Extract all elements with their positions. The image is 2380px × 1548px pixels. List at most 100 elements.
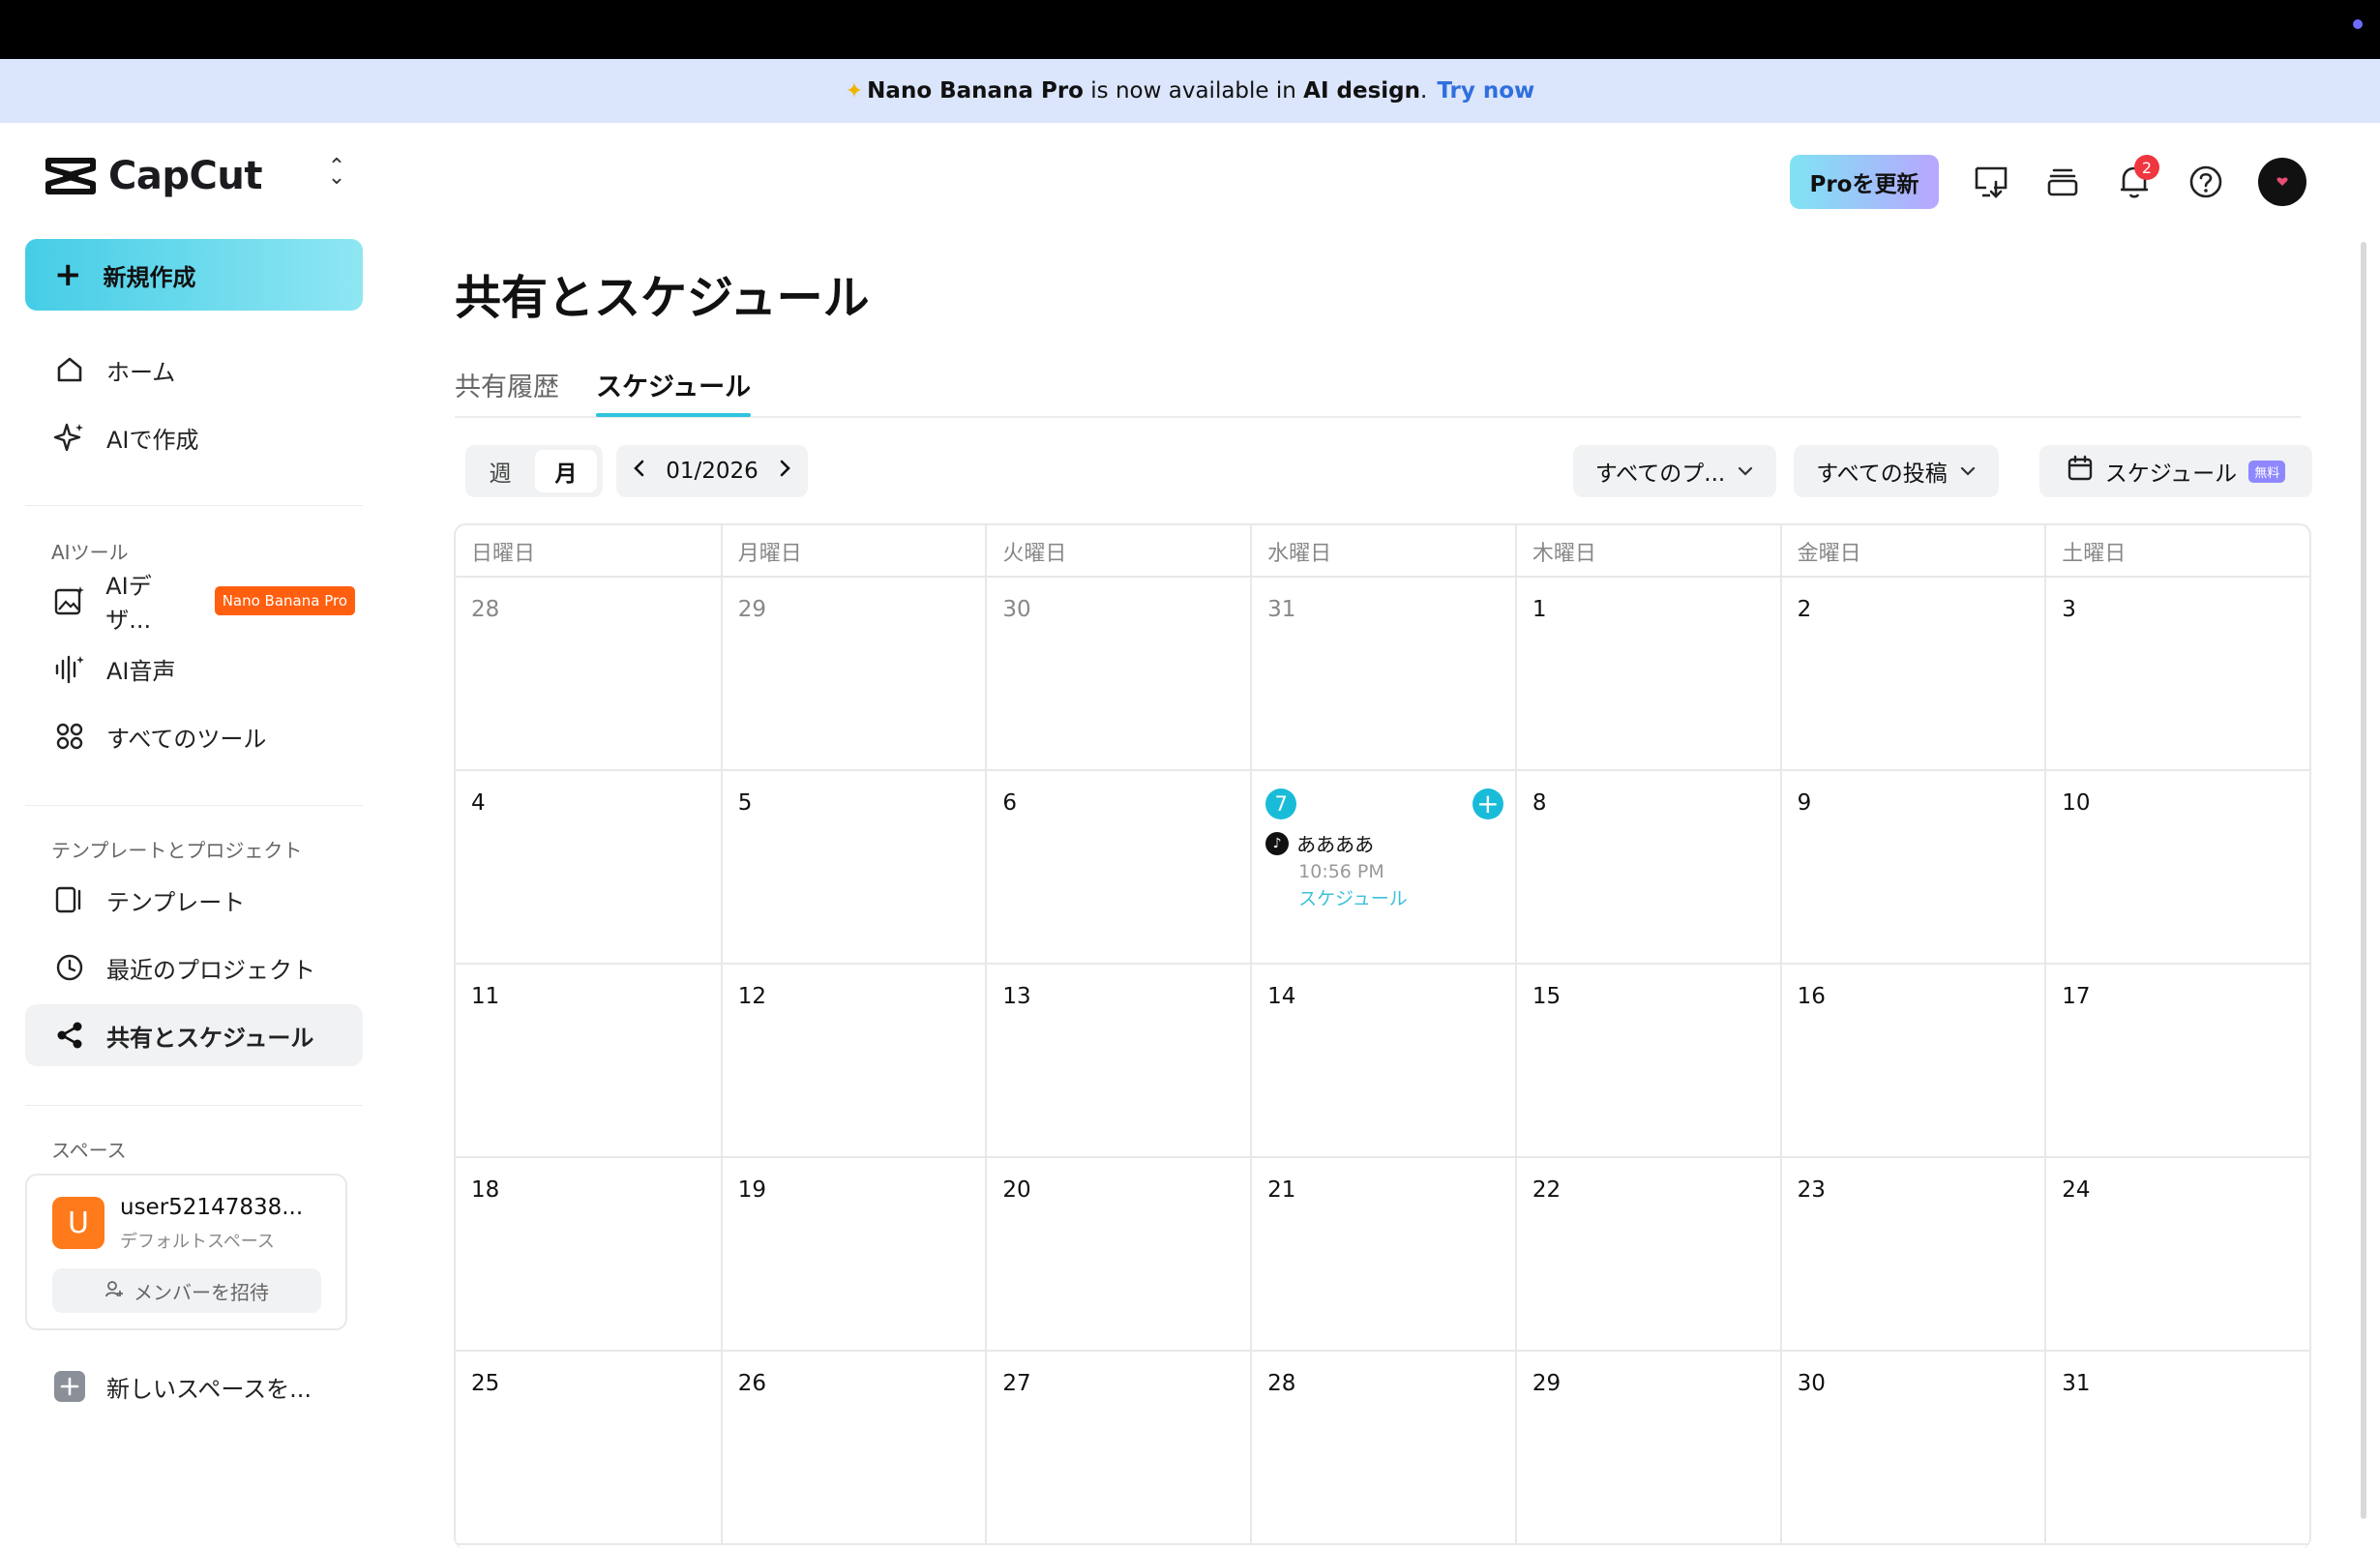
calendar-day-cell[interactable]: 31 (2044, 1352, 2309, 1545)
view-month-button[interactable]: 月 (535, 450, 597, 492)
help-icon[interactable] (2187, 163, 2225, 201)
new-space-button[interactable]: 新しいスペースを... (25, 1355, 363, 1417)
calendar-day-cell[interactable]: 25 (456, 1352, 721, 1545)
free-badge: 無料 (2248, 460, 2286, 483)
calendar-day-cell[interactable]: 2 (1779, 578, 2045, 771)
calendar-day-cell[interactable]: 6 (985, 771, 1251, 965)
calendar-day-cell[interactable]: 18 (456, 1158, 721, 1352)
calendar-day-cell[interactable]: 28 (1250, 1352, 1515, 1545)
sidebar-item-label: AIで作成 (106, 426, 199, 454)
scheduled-post[interactable]: ♪ ああああ 10:56 PM スケジュール (1265, 829, 1408, 910)
calendar-day-cell[interactable]: 31 (1250, 578, 1515, 771)
calendar-day-cell[interactable]: 27 (985, 1352, 1251, 1545)
calendar-day-cell[interactable]: 7 + ♪ ああああ 10:56 PM スケジュール (1250, 771, 1515, 965)
calendar-day-cell[interactable]: 3 (2044, 578, 2309, 771)
calendar-day-cell[interactable]: 12 (720, 965, 986, 1158)
calendar-day-cell[interactable]: 26 (720, 1352, 986, 1545)
invite-member-button[interactable]: メンバーを招待 (52, 1268, 321, 1313)
calendar-day-cell[interactable]: 23 (1779, 1158, 2045, 1352)
view-week-button[interactable]: 週 (469, 450, 531, 492)
upgrade-pro-button[interactable]: Proを更新 (1790, 155, 1939, 209)
space-card[interactable]: U user52147838... デフォルトスペース メンバーを招待 (25, 1174, 347, 1330)
sidebar-item-recent-projects[interactable]: 最近のプロジェクト (25, 937, 363, 998)
header-toolbar: Proを更新 2 (1790, 155, 2306, 209)
banner-product: Nano Banana Pro (867, 78, 1084, 104)
promo-banner[interactable]: ✦ Nano Banana Pro is now available in AI… (0, 59, 2380, 123)
posts-filter-dropdown[interactable]: すべての投稿 (1794, 445, 1999, 497)
add-post-button[interactable]: + (1472, 789, 1503, 819)
sidebar-item-ai-voice[interactable]: AI音声 (25, 638, 363, 700)
calendar-day-cell[interactable]: 4 (456, 771, 721, 965)
plus-icon: + (54, 255, 82, 294)
sidebar-item-ai-design[interactable]: AIデザ... Nano Banana Pro (25, 570, 363, 634)
sidebar-item-label: すべてのツール (106, 725, 267, 753)
sidebar-item-templates[interactable]: テンプレート (25, 869, 363, 931)
calendar-day-cell[interactable]: 19 (720, 1158, 986, 1352)
notification-badge: 2 (2134, 155, 2159, 180)
current-month: 01/2026 (666, 459, 759, 484)
nano-banana-badge: Nano Banana Pro (214, 586, 355, 615)
sidebar-item-share-schedule[interactable]: 共有とスケジュール (25, 1004, 363, 1066)
calendar-day-cell[interactable]: 16 (1779, 965, 2045, 1158)
new-create-button[interactable]: + 新規作成 (25, 239, 363, 311)
sidebar-item-home[interactable]: ホーム (25, 339, 363, 401)
sidebar-item-label: 最近のプロジェクト (106, 956, 315, 984)
capcut-logo[interactable]: CapCut (45, 154, 262, 198)
calendar-day-cell[interactable]: 10 (2044, 771, 2309, 965)
calendar-day-cell[interactable]: 17 (2044, 965, 2309, 1158)
page-scrollbar[interactable] (2361, 242, 2366, 1519)
tab-share-history[interactable]: 共有履歴 (455, 366, 559, 403)
layers-icon[interactable] (2043, 163, 2082, 201)
calendar-day-cell[interactable]: 9 (1779, 771, 2045, 965)
calendar-day-cell[interactable]: 24 (2044, 1158, 2309, 1352)
calendar-day-cell[interactable]: 14 (1250, 965, 1515, 1158)
banner-try-now-link[interactable]: Try now (1437, 78, 1534, 104)
new-create-label: 新規作成 (103, 263, 196, 291)
sidebar-item-label: テンプレート (106, 888, 246, 916)
day-number: 30 (1797, 1371, 1826, 1396)
section-label-ai-tools: AIツール (51, 541, 129, 564)
platform-filter-dropdown[interactable]: すべてのプ... (1573, 445, 1776, 497)
day-number: 14 (1267, 984, 1296, 1009)
calendar-day-cell[interactable]: 5 (720, 771, 986, 965)
calendar-day-cell[interactable]: 21 (1250, 1158, 1515, 1352)
calendar-day-cell[interactable]: 13 (985, 965, 1251, 1158)
day-number: 16 (1797, 984, 1826, 1009)
bell-icon[interactable]: 2 (2115, 155, 2159, 201)
workspace-switch-icon[interactable]: ⌃ ⌄ (325, 157, 348, 189)
chevron-left-icon[interactable] (632, 459, 647, 484)
day-number: 12 (737, 984, 766, 1009)
calendar-day-cell[interactable]: 8 (1514, 771, 1780, 965)
day-number: 18 (471, 1177, 500, 1203)
calendar-day-cell[interactable]: 1 (1514, 578, 1780, 771)
calendar-day-cell[interactable]: 15 (1514, 965, 1780, 1158)
sidebar-item-all-tools[interactable]: すべてのツール (25, 705, 363, 767)
share-icon (52, 1018, 87, 1053)
page-title: 共有とスケジュール (455, 271, 870, 325)
calendar-day-cell[interactable]: 29 (1514, 1352, 1780, 1545)
image-sparkle-icon (52, 583, 86, 618)
tab-schedule[interactable]: スケジュール (596, 366, 751, 403)
clock-icon (52, 950, 87, 985)
calendar-day-cell[interactable]: 28 (456, 578, 721, 771)
calendar-day-cell[interactable]: 20 (985, 1158, 1251, 1352)
desktop-download-icon[interactable] (1972, 163, 2010, 201)
chevron-right-icon[interactable] (777, 459, 792, 484)
schedule-button[interactable]: スケジュール 無料 (2039, 445, 2312, 497)
waveform-icon (52, 651, 87, 686)
day-number: 28 (471, 597, 500, 622)
sidebar-item-ai-create[interactable]: AIで作成 (25, 406, 363, 468)
chevron-down-icon (1737, 459, 1754, 484)
sidebar-divider (25, 1105, 363, 1106)
tiktok-icon: ♪ (1265, 831, 1290, 855)
sidebar-item-label: AI音声 (106, 657, 176, 685)
day-number: 19 (737, 1177, 766, 1203)
chevron-down-icon (1959, 459, 1977, 484)
calendar-day-cell[interactable]: 29 (720, 578, 986, 771)
user-avatar[interactable] (2258, 158, 2306, 206)
posts-filter-label: すべての投稿 (1816, 461, 1948, 487)
calendar-day-cell[interactable]: 30 (985, 578, 1251, 771)
calendar-day-cell[interactable]: 11 (456, 965, 721, 1158)
calendar-day-cell[interactable]: 22 (1514, 1158, 1780, 1352)
calendar-day-cell[interactable]: 30 (1779, 1352, 2045, 1545)
